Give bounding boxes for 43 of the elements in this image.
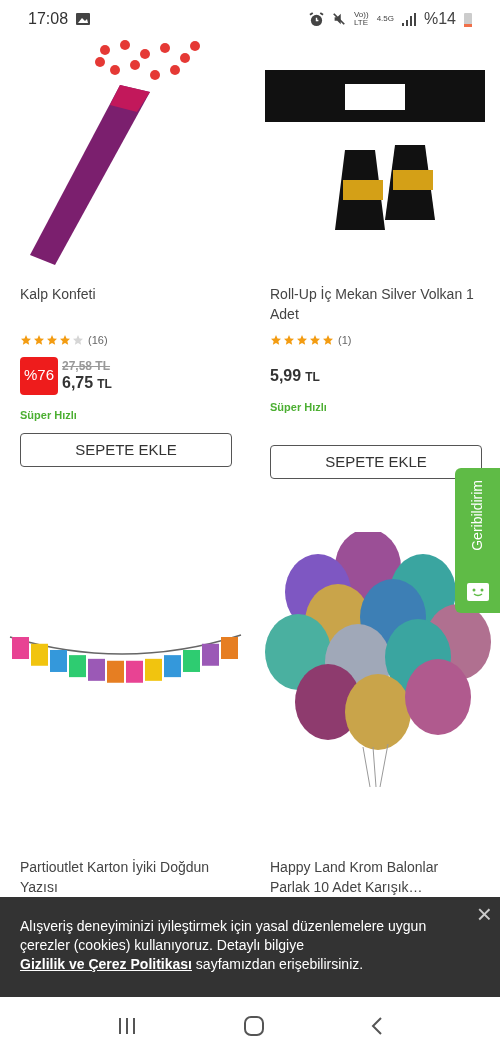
filled-star-icon bbox=[33, 334, 45, 347]
feedback-label: Geribildirim bbox=[468, 480, 486, 551]
volte-label: Vo)) bbox=[353, 11, 369, 19]
filled-star-icon bbox=[46, 334, 58, 347]
filled-star-icon bbox=[322, 334, 334, 347]
product-title[interactable]: Partioutlet Karton İyiki Doğdun Yazısı bbox=[20, 857, 230, 901]
currency: TL bbox=[97, 375, 112, 393]
product-title[interactable]: Happy Land Krom Balonlar Parlak 10 Adet Karışık… bbox=[270, 857, 480, 901]
recent-apps-icon[interactable] bbox=[117, 1017, 138, 1035]
product-title[interactable]: Kalp Konfeti bbox=[20, 284, 230, 328]
home-icon[interactable] bbox=[244, 1016, 264, 1036]
signal-icon bbox=[401, 12, 416, 26]
close-button[interactable]: × bbox=[476, 901, 492, 927]
review-count: (16) bbox=[88, 333, 108, 348]
network-label: 4.5G bbox=[376, 13, 394, 25]
battery-icon bbox=[464, 11, 472, 27]
price: 5,99 bbox=[270, 365, 302, 386]
filled-star-icon bbox=[270, 334, 282, 347]
delivery-label: Süper Hızlı bbox=[20, 407, 78, 423]
filled-star-icon bbox=[296, 334, 308, 347]
filled-star-icon bbox=[20, 334, 32, 347]
cookie-notice-text: Alışveriş deneyiminizi iyileştirmek için yasal düzenlemelere uygun çerezler (cookies) kullanıyoruz. Detaylı bilgiye Gizlilik ve Çerez Politikası sayfamızdan erişebilirsiniz. bbox=[19, 917, 428, 974]
alarm-icon bbox=[308, 11, 324, 27]
filled-star-icon bbox=[59, 334, 71, 347]
image-icon bbox=[76, 13, 91, 25]
battery-percent: %14 bbox=[423, 9, 456, 29]
filled-star-icon bbox=[283, 334, 295, 347]
discount-badge: %76 bbox=[20, 356, 58, 395]
back-icon[interactable] bbox=[370, 1016, 383, 1036]
delivery-label: Süper Hızlı bbox=[270, 399, 328, 415]
mute-icon bbox=[331, 12, 346, 26]
add-to-cart-button[interactable]: SEPETE EKLE bbox=[20, 433, 232, 467]
privacy-policy-link[interactable]: Gizlilik ve Çerez Politikası bbox=[20, 956, 192, 972]
empty-star-icon bbox=[72, 334, 84, 347]
lte-label: LTE bbox=[353, 19, 369, 27]
currency: TL bbox=[305, 368, 320, 386]
filled-star-icon bbox=[309, 334, 321, 347]
product-title[interactable]: Roll-Up İç Mekan Silver Volkan 1 Adet bbox=[270, 284, 480, 328]
chat-face-icon bbox=[466, 583, 489, 601]
status-time: 17:08 bbox=[28, 9, 69, 29]
old-price: 27,58 TL bbox=[62, 358, 112, 373]
price: 6,75 bbox=[62, 372, 94, 393]
review-count: (1) bbox=[338, 333, 352, 348]
